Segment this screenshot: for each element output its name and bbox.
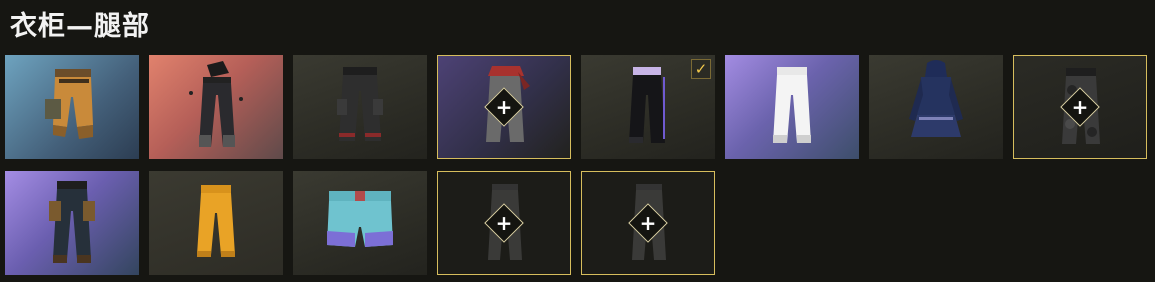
wardrobe-slot-orange-joggers[interactable] <box>149 171 283 275</box>
navy-hooded-outfit-icon <box>909 60 963 137</box>
orange-joggers-icon <box>197 185 235 257</box>
orange-cargo-shorts-icon <box>45 69 93 139</box>
wardrobe-slot-empty[interactable]: + <box>581 171 715 275</box>
wardrobe-slot-empty[interactable]: + <box>437 171 571 275</box>
wardrobe-slot-white-track-pants[interactable] <box>725 55 859 159</box>
wardrobe-slot-teal-shorts[interactable] <box>293 171 427 275</box>
wardrobe-grid: + ✓ + + + <box>5 55 1147 275</box>
page-title: 衣柜—腿部 <box>10 11 150 42</box>
wardrobe-slot-cargo-shorts[interactable] <box>5 55 139 159</box>
tactical-pants-icon <box>49 181 95 263</box>
black-cargo-pants-icon <box>337 67 383 141</box>
wardrobe-slot-black-belt-pants[interactable] <box>149 55 283 159</box>
wardrobe-slot-black-track-pants[interactable]: ✓ <box>581 55 715 159</box>
teal-shorts-icon <box>327 191 393 247</box>
equipped-check-icon: ✓ <box>691 59 711 79</box>
wardrobe-slot-camo-pants[interactable]: + <box>1013 55 1147 159</box>
black-belt-pants-icon <box>189 61 243 147</box>
wardrobe-slot-tactical-pants[interactable] <box>5 171 139 275</box>
wardrobe-slot-black-cargo-pants[interactable] <box>293 55 427 159</box>
wardrobe-slot-grey-sash-pants[interactable]: + <box>437 55 571 159</box>
wardrobe-slot-navy-outfit[interactable] <box>869 55 1003 159</box>
white-track-pants-icon <box>773 67 811 143</box>
